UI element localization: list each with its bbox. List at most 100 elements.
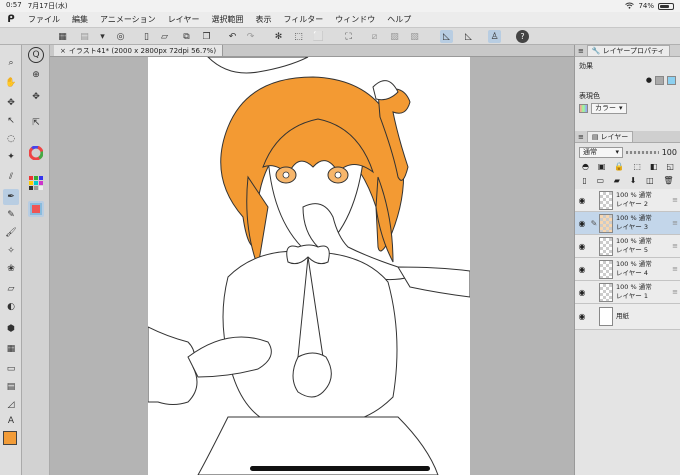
menu-file[interactable]: ファイル bbox=[22, 14, 66, 25]
opacity-slider[interactable] bbox=[626, 150, 659, 154]
drag-handle-icon[interactable]: ≡ bbox=[672, 219, 678, 227]
new-folder-icon[interactable]: ▰ bbox=[614, 176, 620, 185]
new-raster-layer-icon[interactable]: ▯ bbox=[582, 176, 586, 185]
clip-studio-logo-icon[interactable]: ᑭ bbox=[0, 14, 22, 25]
layer-row[interactable]: ◉ ✎ 100 % 通常 レイヤー 3 ≡ bbox=[575, 212, 680, 235]
menu-filter[interactable]: フィルター bbox=[277, 14, 329, 25]
snap-ruler-icon[interactable]: ◺ bbox=[440, 30, 453, 43]
menu-window[interactable]: ウィンドウ bbox=[329, 14, 381, 25]
grid-menu-icon[interactable]: ▦ bbox=[56, 30, 69, 43]
pencil-icon[interactable]: ✎ bbox=[3, 207, 19, 223]
drag-handle-icon[interactable]: ≡ bbox=[672, 265, 678, 273]
mask-icon[interactable]: ◧ bbox=[650, 162, 658, 171]
lock-transparent-icon[interactable]: ⬚ bbox=[633, 162, 641, 171]
magic-wand-icon[interactable]: ✦ bbox=[3, 149, 19, 165]
new-vector-layer-icon[interactable]: ▭ bbox=[597, 176, 605, 185]
drag-handle-icon[interactable]: ≡ bbox=[672, 196, 678, 204]
main-color-swatch[interactable] bbox=[3, 431, 17, 445]
search-icon[interactable]: Q bbox=[28, 47, 44, 63]
layer-row[interactable]: ◉ 用紙 bbox=[575, 304, 680, 330]
opacity-value[interactable]: 100 bbox=[662, 148, 677, 157]
effect-dot-icon[interactable]: ● bbox=[646, 76, 652, 84]
tab-layers[interactable]: ▤ レイヤー bbox=[586, 131, 634, 142]
visibility-eye-icon[interactable]: ◉ bbox=[575, 242, 589, 251]
visibility-eye-icon[interactable]: ◉ bbox=[575, 196, 589, 205]
visibility-eye-icon[interactable]: ◉ bbox=[575, 288, 589, 297]
hand-icon[interactable]: ✋ bbox=[3, 75, 19, 91]
close-icon[interactable]: × bbox=[60, 47, 66, 55]
snap-special-icon[interactable]: ◺ bbox=[462, 30, 475, 43]
figure-icon[interactable]: ♙ bbox=[488, 30, 501, 43]
zoom-icon[interactable]: ⌕ bbox=[3, 55, 19, 71]
canvas-paper[interactable] bbox=[147, 57, 471, 475]
color-wheel-icon[interactable] bbox=[28, 145, 44, 161]
eraser-icon[interactable]: ▱ bbox=[3, 281, 19, 297]
zoom-sub-icon[interactable]: ⊕ bbox=[28, 67, 44, 83]
visibility-eye-icon[interactable]: ◉ bbox=[575, 312, 589, 321]
tab-layer-property[interactable]: 🔧 レイヤープロパティ bbox=[586, 45, 670, 56]
paste-icon[interactable]: ❐ bbox=[200, 30, 213, 43]
menu-view[interactable]: 表示 bbox=[249, 14, 277, 25]
ruler-icon[interactable]: ◿ bbox=[3, 397, 19, 413]
erase-selection-icon[interactable]: ▧ bbox=[408, 30, 421, 43]
help-icon[interactable]: ? bbox=[516, 30, 529, 43]
delete-layer-icon[interactable]: 🗑 bbox=[663, 176, 673, 185]
open-icon[interactable]: ▱ bbox=[158, 30, 171, 43]
visibility-eye-icon[interactable]: ◉ bbox=[575, 219, 589, 228]
move-sub-icon[interactable]: ✥ bbox=[28, 89, 44, 105]
collapse-icon[interactable]: ≡ bbox=[578, 47, 584, 55]
color-set-icon[interactable] bbox=[28, 175, 44, 191]
menu-help[interactable]: ヘルプ bbox=[381, 14, 417, 25]
layer-row[interactable]: ◉ 100 % 通常 レイヤー 5 ≡ bbox=[575, 235, 680, 258]
image-material-icon[interactable] bbox=[28, 201, 44, 217]
cursor-sub-icon[interactable]: ⇱ bbox=[28, 115, 44, 131]
layer-row[interactable]: ◉ 100 % 通常 レイヤー 4 ≡ bbox=[575, 258, 680, 281]
menu-edit[interactable]: 編集 bbox=[66, 14, 94, 25]
clear-icon[interactable]: ⧄ bbox=[368, 30, 381, 43]
text-icon[interactable]: A bbox=[3, 413, 19, 429]
drag-handle-icon[interactable]: ≡ bbox=[672, 288, 678, 296]
redo-icon[interactable]: ↷ bbox=[244, 30, 257, 43]
fill-icon[interactable]: ⬢ bbox=[3, 321, 19, 337]
document-tab[interactable]: × イラスト41* (2000 x 2800px 72dpi 56.7%) bbox=[54, 45, 224, 56]
ruler-icon[interactable]: ◱ bbox=[666, 162, 674, 171]
figure-tool-icon[interactable]: ▭ bbox=[3, 361, 19, 377]
copy-icon[interactable]: ⧉ bbox=[180, 30, 193, 43]
pen-icon[interactable]: ✒ bbox=[3, 189, 19, 205]
menu-selection[interactable]: 選択範囲 bbox=[205, 14, 249, 25]
reference-icon[interactable]: ▣ bbox=[598, 162, 606, 171]
move-icon[interactable]: ✥ bbox=[3, 95, 19, 111]
layer-row[interactable]: ◉ 100 % 通常 レイヤー 2 ≡ bbox=[575, 189, 680, 212]
loading-icon[interactable]: ✻ bbox=[272, 30, 285, 43]
chevron-icon[interactable]: ▾ bbox=[96, 30, 109, 43]
spiral-icon[interactable]: ◎ bbox=[114, 30, 127, 43]
operation-icon[interactable]: ↖ bbox=[3, 113, 19, 129]
decoration-icon[interactable]: ❀ bbox=[3, 261, 19, 277]
fill-selection-icon[interactable]: ▨ bbox=[388, 30, 401, 43]
collapse-icon[interactable]: ≡ bbox=[578, 133, 584, 141]
brush-icon[interactable]: 🖌 bbox=[3, 225, 19, 241]
deselect-icon[interactable]: ⬚ bbox=[292, 30, 305, 43]
invert-selection-icon[interactable]: ⬜ bbox=[312, 30, 325, 43]
frame-icon[interactable]: ▤ bbox=[3, 379, 19, 395]
undo-icon[interactable]: ↶ bbox=[226, 30, 239, 43]
eyedropper-icon[interactable]: ⫽ bbox=[3, 169, 19, 185]
new-file-icon[interactable]: ▯ bbox=[140, 30, 153, 43]
clip-icon[interactable]: ◓ bbox=[582, 162, 589, 171]
menu-layer[interactable]: レイヤー bbox=[162, 14, 206, 25]
visibility-eye-icon[interactable]: ◉ bbox=[575, 265, 589, 274]
blend-mode-select[interactable]: 通常 ▾ bbox=[579, 146, 623, 158]
canvas-icon[interactable]: ▤ bbox=[78, 30, 91, 43]
gradient-icon[interactable]: ▦ bbox=[3, 341, 19, 357]
layer-row[interactable]: ◉ 100 % 通常 レイヤー 1 ≡ bbox=[575, 281, 680, 304]
layer-mask-icon[interactable]: ◫ bbox=[646, 176, 654, 185]
effect-checker-icon[interactable] bbox=[655, 75, 664, 85]
transform-icon[interactable]: ⛶ bbox=[342, 30, 355, 43]
display-color-select[interactable]: カラー ▾ bbox=[591, 102, 627, 114]
lock-icon[interactable]: 🔒 bbox=[614, 162, 624, 171]
merge-down-icon[interactable]: ⬇ bbox=[630, 176, 637, 185]
drag-handle-icon[interactable]: ≡ bbox=[672, 242, 678, 250]
airbrush-icon[interactable]: ✧ bbox=[3, 243, 19, 259]
effect-color-icon[interactable] bbox=[667, 75, 676, 85]
lasso-icon[interactable]: ◌ bbox=[3, 131, 19, 147]
